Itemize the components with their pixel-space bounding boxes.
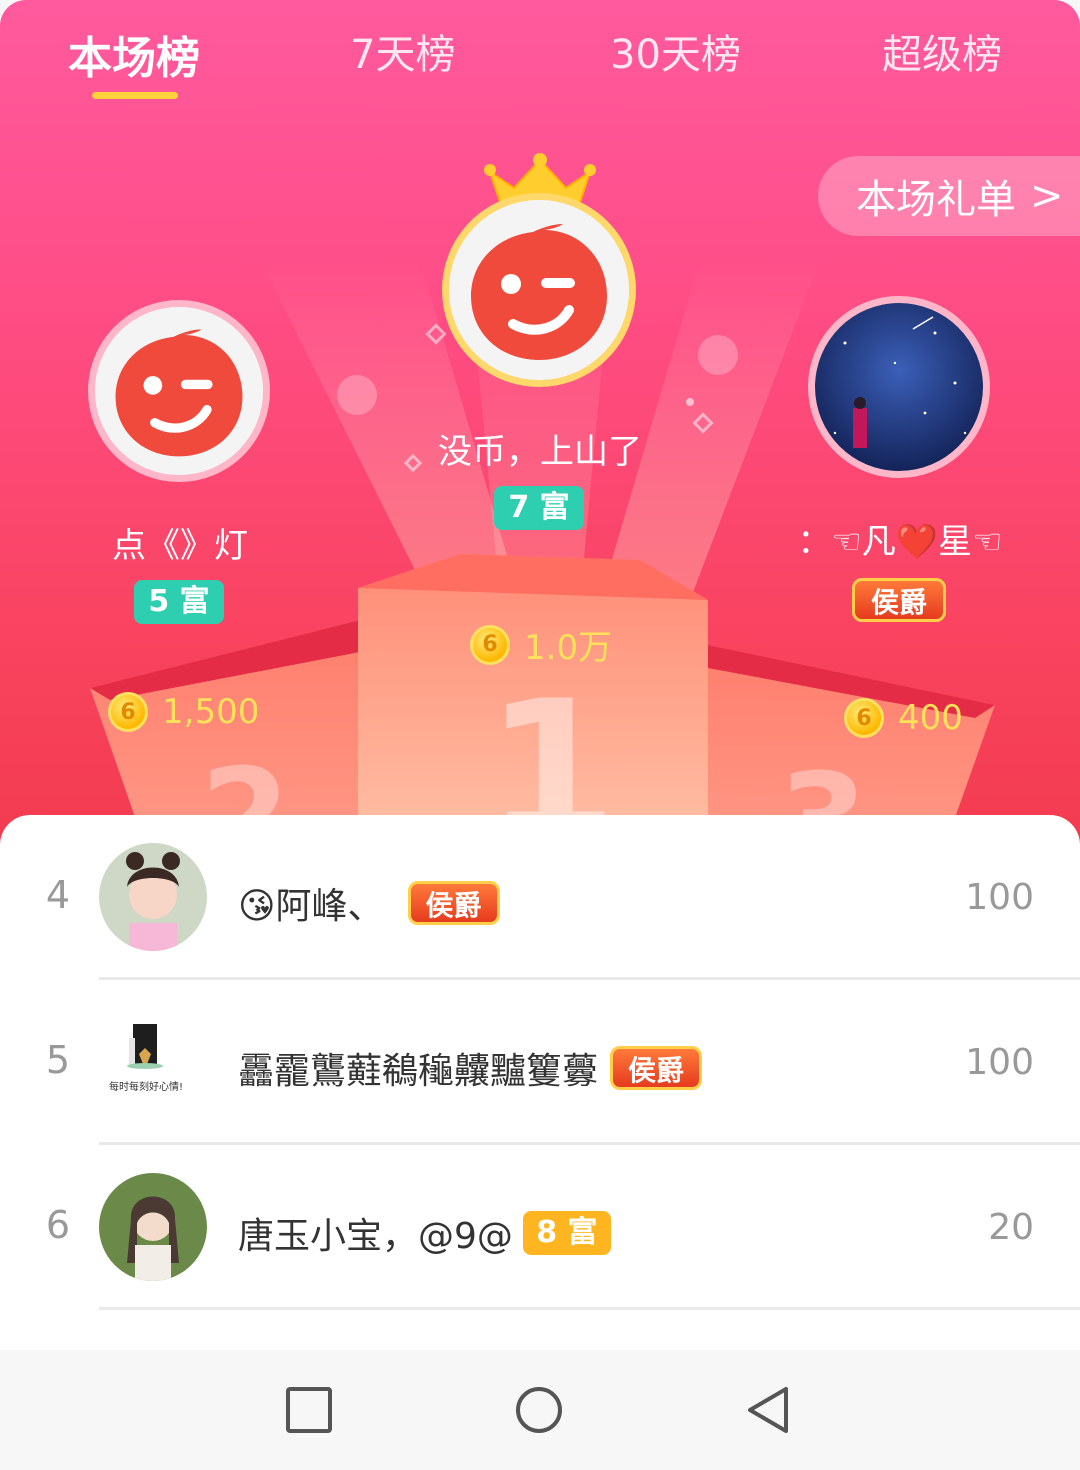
avatar-caption: 每时每刻好心情! <box>109 1082 184 1093</box>
girl-avatar-icon <box>99 843 207 951</box>
avatar[interactable]: 每时每刻好心情! <box>99 1008 207 1116</box>
avatar-second-place[interactable] <box>88 300 270 482</box>
first-place-name: 没币，上山了 <box>438 432 642 472</box>
third-place-name: ：☜凡❤️星☜ <box>797 522 1003 562</box>
circle-icon[interactable] <box>514 1385 564 1435</box>
speaker-avatar-icon <box>99 1008 207 1116</box>
username: 靐靇鸗蘳鵗龝齉黸籰虋 <box>238 1051 599 1092</box>
system-nav-bar <box>0 1350 1080 1470</box>
third-place-noble-badge: 侯爵 <box>852 578 946 622</box>
tab-30-days[interactable]: 30天榜 <box>610 22 741 80</box>
rank-number: 5 <box>45 1038 71 1082</box>
list-username-row: 靐靇鸗蘳鵗龝齉黸籰虋 侯爵 <box>238 1042 703 1094</box>
gift-list-label: 本场礼单 <box>856 177 1016 223</box>
tab-7-days[interactable]: 7天榜 <box>350 22 455 80</box>
coin-icon: 6 <box>108 692 148 732</box>
ranking-list: 4 😘阿峰、 侯爵 100 5 每时每刻好心情! 靐靇鸗蘳鵗龝齉黸籰虋 侯爵 1… <box>0 815 1080 1350</box>
default-avatar-icon <box>449 200 629 380</box>
gift-list-button[interactable]: 本场礼单 > <box>818 156 1080 236</box>
tab-bar: 本场榜 7天榜 30天榜 超级榜 <box>0 22 1080 102</box>
avatar[interactable] <box>99 1173 207 1281</box>
avatar[interactable] <box>99 843 207 951</box>
first-place-rich-badge: 7 富 <box>494 486 584 530</box>
score: 100 <box>965 1042 1034 1083</box>
list-username-row: 😘阿峰、 侯爵 <box>238 877 500 929</box>
list-username-row: 唐玉小宝，@9@ 8 富 <box>238 1207 611 1259</box>
score: 100 <box>965 877 1034 918</box>
username: 唐玉小宝，@9@ <box>238 1216 513 1257</box>
username: 😘阿峰、 <box>238 886 384 927</box>
default-avatar-icon <box>95 307 263 475</box>
tab-super[interactable]: 超级榜 <box>882 22 1002 80</box>
girl-avatar-icon <box>99 1173 207 1281</box>
noble-badge: 侯爵 <box>610 1046 703 1090</box>
first-place-coins: 6 1.0万 <box>470 620 612 669</box>
first-place-coin-amount: 1.0万 <box>524 628 613 668</box>
starry-sky-avatar-icon <box>815 303 983 471</box>
chevron-right-icon: > <box>1030 173 1064 219</box>
divider <box>99 1307 1080 1310</box>
list-item[interactable]: 6 唐玉小宝，@9@ 8 富 20 <box>0 1145 1080 1310</box>
back-triangle-icon[interactable] <box>744 1385 794 1435</box>
active-tab-indicator <box>92 92 178 99</box>
list-item[interactable]: 5 每时每刻好心情! 靐靇鸗蘳鵗龝齉黸籰虋 侯爵 100 <box>0 980 1080 1145</box>
avatar-third-place[interactable] <box>808 296 990 478</box>
coin-icon: 6 <box>470 624 510 665</box>
noble-badge: 侯爵 <box>407 881 500 925</box>
second-place-name: 点《》灯 <box>112 526 248 566</box>
tab-current-session[interactable]: 本场榜 <box>68 22 200 86</box>
rank-number: 4 <box>45 873 71 917</box>
avatar-first-place[interactable] <box>442 193 636 387</box>
rank-number: 6 <box>45 1203 71 1247</box>
second-place-coin-amount: 1,500 <box>162 692 260 732</box>
square-icon[interactable] <box>284 1385 334 1435</box>
score: 20 <box>988 1207 1034 1248</box>
third-place-coin-amount: 400 <box>898 698 963 738</box>
second-place-coins: 6 1,500 <box>108 692 259 732</box>
ranking-header: 本场榜 7天榜 30天榜 超级榜 本场礼单 > 2 1 3 没币，上山了 7 富… <box>0 0 1080 860</box>
third-place-coins: 6 400 <box>844 698 963 738</box>
second-place-rich-badge: 5 富 <box>134 580 224 624</box>
list-item[interactable]: 4 😘阿峰、 侯爵 100 <box>0 815 1080 980</box>
coin-icon: 6 <box>844 698 884 738</box>
rich-badge: 8 富 <box>522 1211 611 1255</box>
